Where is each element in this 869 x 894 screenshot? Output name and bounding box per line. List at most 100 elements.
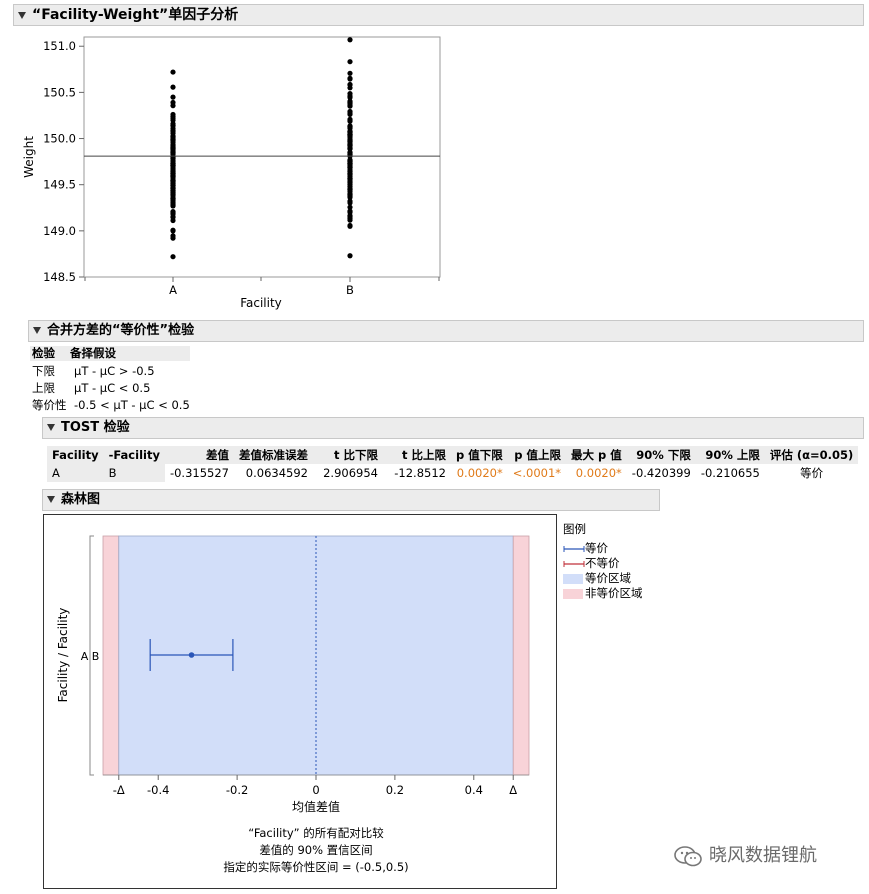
data-point <box>347 217 353 223</box>
wechat-logo-icon <box>674 846 702 867</box>
x-tick-label: 0.4 <box>465 783 483 797</box>
data-point <box>347 204 353 210</box>
legend-swatch-nonequiv-icon <box>563 588 583 599</box>
hyp-test: 上限 <box>32 381 55 395</box>
data-point <box>347 161 353 167</box>
cell-p-upper: <.0001* <box>512 466 562 480</box>
data-point <box>347 134 353 140</box>
y-tick-label: 149.5 <box>43 178 76 192</box>
collapse-triangle-icon[interactable] <box>47 424 55 431</box>
data-point <box>347 59 353 65</box>
legend-title: 图例 <box>563 522 586 536</box>
data-point <box>347 98 353 104</box>
col-header: 差值标准误差 <box>238 448 308 462</box>
forest-row-label: A B <box>81 650 100 663</box>
hyp-test: 等价性 <box>32 398 67 412</box>
collapse-triangle-icon[interactable] <box>47 496 55 503</box>
cell-lower-90: -0.420399 <box>631 466 691 480</box>
data-point <box>347 103 353 109</box>
estimate-point <box>188 652 195 658</box>
watermark: 晓风数据锂航 <box>673 844 817 868</box>
legend-item-not-equivalent[interactable]: 不等价 <box>563 556 643 571</box>
legend-label: 非等价区域 <box>585 586 643 600</box>
y-tick-label: 149.0 <box>43 224 76 238</box>
data-point <box>347 129 353 136</box>
cell-t-lower: 2.906954 <box>323 466 378 480</box>
data-point <box>170 174 176 180</box>
cell-upper-90: -0.210655 <box>700 466 760 480</box>
data-point <box>347 123 353 129</box>
y-tick-label: 150.0 <box>43 132 76 146</box>
data-point <box>170 227 176 233</box>
data-point <box>170 203 176 209</box>
legend-label: 不等价 <box>585 556 620 570</box>
legend-swatch-line-icon <box>563 545 585 552</box>
data-point <box>170 143 176 149</box>
data-point <box>347 253 353 259</box>
x-tick-label: -0.4 <box>147 783 169 797</box>
hyp-row: 上限 μT - μC < 0.5 <box>30 380 190 397</box>
caption-equiv-interval: 指定的实际等价性区间 = (-0.5,0.5) <box>223 860 408 874</box>
collapse-triangle-icon[interactable] <box>18 12 26 19</box>
data-point <box>170 114 176 120</box>
nonequivalence-region-right <box>512 535 530 776</box>
cell-t-upper: -12.8512 <box>394 466 446 480</box>
legend-swatch-line-icon <box>563 560 585 567</box>
data-point <box>170 136 176 143</box>
data-point <box>170 193 176 199</box>
data-point <box>170 167 176 173</box>
hyp-alt: μT - μC > -0.5 <box>74 364 155 378</box>
data-point <box>347 222 353 229</box>
forest-header[interactable]: 森林图 <box>42 489 660 511</box>
data-point <box>347 81 353 88</box>
hypothesis-table: 检验 备择假设 下限 μT - μC > -0.5 上限 μT - μC < 0.5 … <box>30 346 190 414</box>
data-point <box>170 128 176 134</box>
col-header: 评估 (α=0.05) <box>769 448 854 462</box>
hyp-row: 下限 μT - μC > -0.5 <box>30 363 190 380</box>
x-tick-label: 0 <box>312 783 319 797</box>
legend-item-equivalent[interactable]: 等价 <box>563 541 643 556</box>
x-tick-label: 0.2 <box>386 783 404 797</box>
forest-title: 森林图 <box>61 492 101 507</box>
data-point <box>347 70 353 76</box>
col-header: p 值上限 <box>514 448 562 462</box>
data-point <box>347 117 353 123</box>
legend-item-equiv-region[interactable]: 等价区域 <box>563 571 643 586</box>
col-header: 90% 上限 <box>705 448 760 462</box>
data-point <box>347 176 353 182</box>
data-point <box>170 122 176 128</box>
forest-y-axis-label: Facility / Facility <box>56 608 70 703</box>
cell-std-err: 0.0634592 <box>245 466 308 480</box>
tost-header[interactable]: TOST 检验 <box>42 417 864 439</box>
collapse-triangle-icon[interactable] <box>33 327 41 334</box>
cell-facility: A <box>47 464 104 482</box>
x-tick-label: Δ <box>509 783 517 797</box>
data-point <box>347 198 353 204</box>
y-axis-label: Weight <box>22 136 36 178</box>
x-tick-label: -0.2 <box>226 783 248 797</box>
forest-x-axis-label: 均值差值 <box>292 799 340 814</box>
x-axis-label: Facility <box>240 296 282 310</box>
data-point <box>347 151 353 157</box>
data-point <box>170 254 176 260</box>
data-point <box>347 37 353 43</box>
legend-label: 等价区域 <box>585 571 631 585</box>
hyp-header-test: 检验 <box>32 346 55 360</box>
hyp-test: 下限 <box>32 364 55 378</box>
caption-ci: 差值的 90% 置信区间 <box>259 843 372 857</box>
data-point <box>170 69 176 75</box>
cell-assessment: 等价 <box>800 466 824 480</box>
data-point <box>347 111 353 117</box>
legend-item-nonequiv-region[interactable]: 非等价区域 <box>563 586 643 601</box>
oneway-header[interactable]: “Facility-Weight”单因子分析 <box>13 4 864 26</box>
y-tick-label: 151.0 <box>43 39 76 53</box>
col-header: t 比下限 <box>333 448 378 462</box>
col-header: Facility <box>52 448 99 462</box>
data-point <box>170 84 176 90</box>
nonequivalence-region-left <box>102 535 120 776</box>
cell-p-lower: 0.0020* <box>456 466 503 480</box>
col-header: 最大 p 值 <box>571 448 622 462</box>
cell-minus-facility: B <box>103 464 165 482</box>
data-point <box>347 93 353 99</box>
equivalence-header[interactable]: 合并方差的“等价性”检验 <box>28 320 864 342</box>
